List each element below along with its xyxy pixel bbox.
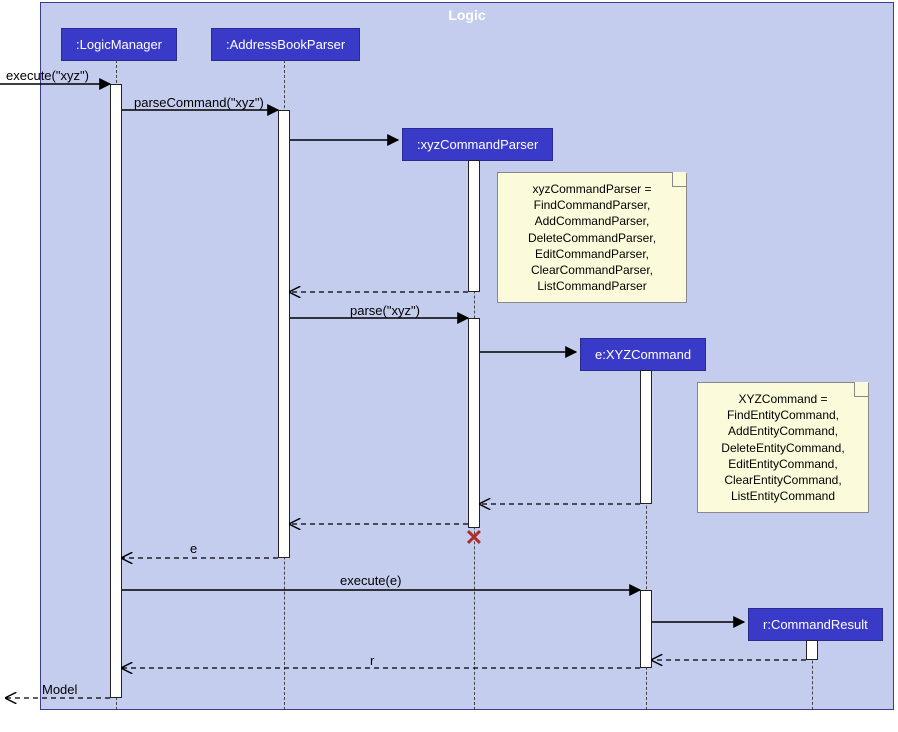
participant-address-book-parser: :AddressBookParser (211, 28, 360, 61)
participant-logic-manager: :LogicManager (61, 28, 177, 61)
msg-return-e: e (190, 541, 197, 556)
msg-execute-xyz: execute("xyz") (6, 68, 89, 83)
activation-xyz-parser-create (468, 160, 480, 292)
participant-xyz-command: e:XYZCommand (580, 338, 706, 371)
activation-logic-manager (110, 84, 122, 698)
msg-execute-e: execute(e) (340, 573, 401, 588)
activation-xyz-parser-parse (468, 318, 480, 528)
frame-title: Logic (448, 7, 485, 23)
msg-parse: parse("xyz") (350, 303, 420, 318)
destroy-xyz-command-parser: ✕ (465, 525, 483, 551)
msg-parse-command: parseCommand("xyz") (134, 95, 264, 110)
participant-command-result: r:CommandResult (748, 608, 883, 641)
activation-xyz-command-execute (640, 590, 652, 668)
note-xyz-command: XYZCommand = FindEntityCommand, AddEntit… (697, 382, 869, 513)
msg-model: Model (42, 682, 77, 697)
note-parser-text: xyzCommandParser = FindCommandParser, Ad… (528, 182, 656, 293)
participant-xyz-command-parser: :xyzCommandParser (402, 128, 553, 161)
msg-return-r: r (370, 653, 374, 668)
note-command-text: XYZCommand = FindEntityCommand, AddEntit… (721, 392, 844, 503)
activation-command-result (806, 640, 818, 660)
note-xyz-command-parser: xyzCommandParser = FindCommandParser, Ad… (497, 172, 687, 303)
activation-address-book-parser (278, 110, 290, 558)
activation-xyz-command-create (640, 370, 652, 504)
